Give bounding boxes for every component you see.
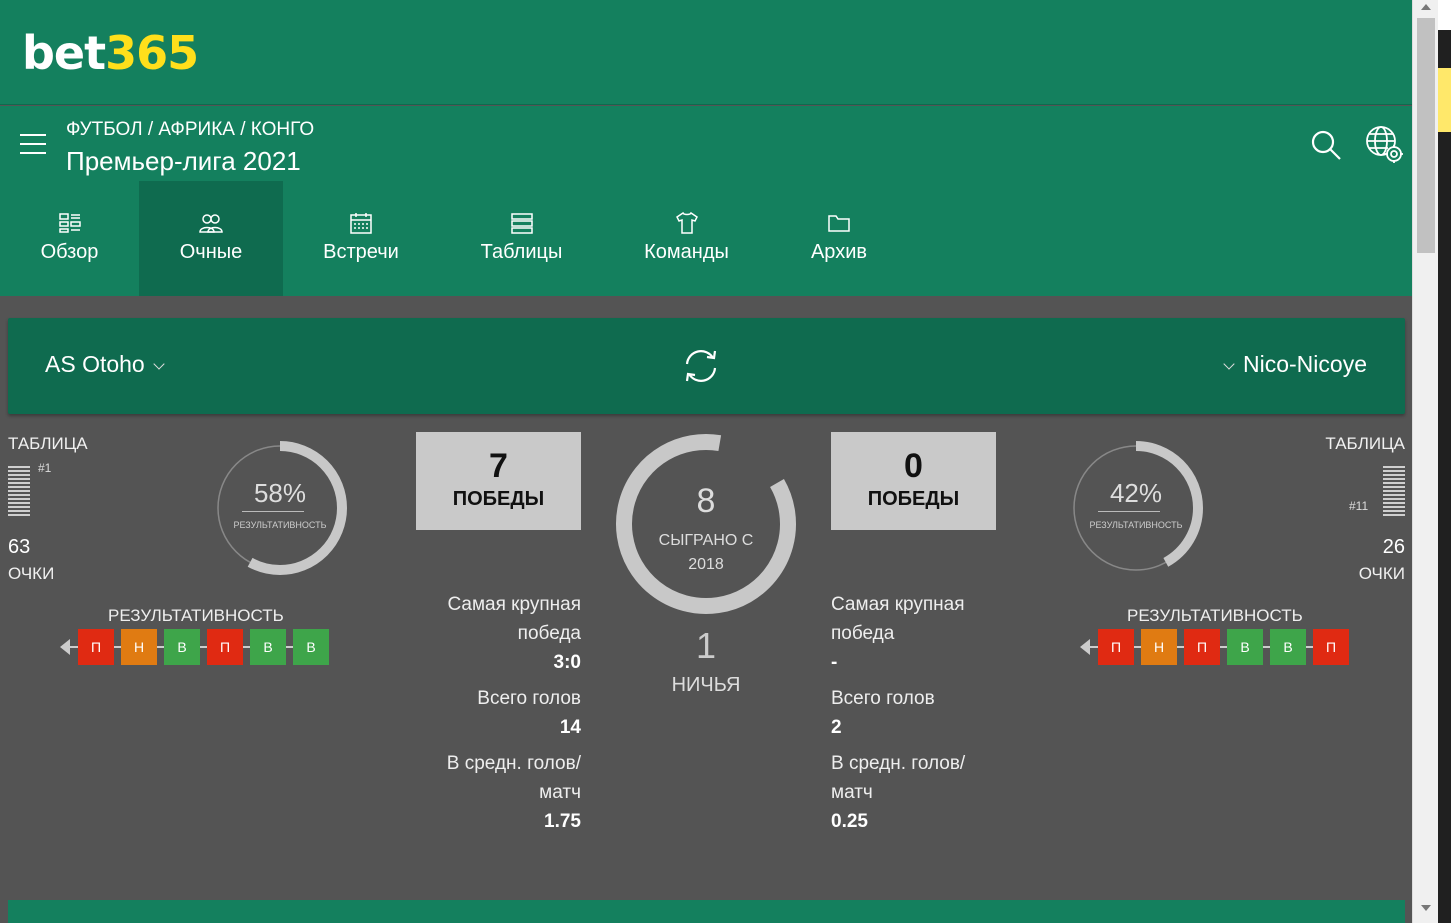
- tab-h2h[interactable]: Очные: [139, 181, 283, 296]
- away-team-dropdown[interactable]: Nico-Nicoye: [1215, 351, 1367, 378]
- away-position: #11: [1349, 499, 1369, 513]
- away-total-goals-label: Всего голов: [831, 688, 935, 709]
- home-avg-goals: 1.75: [544, 811, 581, 832]
- home-wins: 7: [489, 447, 508, 485]
- away-points-label: ОЧКИ: [1358, 564, 1405, 583]
- away-stats: Самая крупная победа - Всего голов 2 В с…: [831, 590, 996, 836]
- form-badge[interactable]: В: [250, 629, 286, 665]
- away-wins-label: ПОБЕДЫ: [867, 488, 960, 510]
- overview-icon: [58, 213, 81, 233]
- form-badge[interactable]: В: [1270, 629, 1306, 665]
- bet365-logo[interactable]: bet365: [22, 26, 199, 80]
- shirt-icon: [675, 211, 698, 234]
- played-since: СЫГРАНО С 2018: [658, 532, 754, 573]
- table-icon: [510, 213, 533, 234]
- form-badge[interactable]: П: [1098, 629, 1134, 665]
- home-wins-label: ПОБЕДЫ: [452, 488, 545, 510]
- tab-bar: Обзор Очные Встречи Таблицы Команды Архи…: [0, 181, 909, 296]
- form-badge[interactable]: Н: [121, 629, 157, 665]
- home-performance-ring: 58% РЕЗУЛЬТАТИВНОСТЬ: [210, 438, 350, 578]
- draws-label: НИЧЬЯ: [671, 674, 741, 696]
- adjacent-window-edge: [1438, 0, 1451, 923]
- away-wins: 0: [904, 447, 923, 485]
- top-bar: bet365: [0, 0, 1412, 105]
- menu-icon[interactable]: [20, 134, 46, 156]
- away-points: 26: [1382, 536, 1405, 558]
- away-avg-goals-label: В средн. голов/ матч: [831, 753, 966, 803]
- home-position: #1: [38, 461, 52, 475]
- calendar-icon: [350, 213, 372, 234]
- away-performance-ring: 42% РЕЗУЛЬТАТИВНОСТЬ: [1066, 438, 1206, 578]
- tab-archive[interactable]: Архив: [769, 181, 909, 296]
- away-avg-goals: 0.25: [831, 811, 868, 832]
- draws-count: 1: [695, 625, 717, 666]
- home-points-label: ОЧКИ: [8, 564, 55, 583]
- globe-settings-icon[interactable]: [1364, 124, 1404, 164]
- played-ring: 8 СЫГРАНО С 2018: [614, 432, 798, 616]
- away-performance-pct: 42%: [1109, 478, 1163, 508]
- chevron-down-icon: [153, 358, 165, 370]
- away-table-label: ТАБЛИЦА: [1325, 434, 1405, 453]
- tab-tables[interactable]: Таблицы: [439, 181, 604, 296]
- next-section-bar: [8, 900, 1405, 923]
- scrollbar-thumb[interactable]: [1417, 18, 1435, 253]
- form-badge[interactable]: П: [1184, 629, 1220, 665]
- form-badge[interactable]: П: [1313, 629, 1349, 665]
- form-badge[interactable]: В: [1227, 629, 1263, 665]
- chevron-down-icon: [1223, 358, 1235, 370]
- scrollbar[interactable]: [1412, 0, 1438, 923]
- home-total-goals-label: Всего голов: [477, 688, 581, 709]
- away-biggest-win: -: [831, 652, 838, 673]
- form-badge[interactable]: П: [78, 629, 114, 665]
- team-selector: AS Otoho Nico-Nicoye: [8, 318, 1405, 414]
- h2h-icon: [199, 214, 223, 233]
- home-performance-pct: 58%: [253, 478, 307, 508]
- home-form-title: РЕЗУЛЬТАТИВНОСТЬ: [108, 606, 284, 625]
- home-avg-goals-label: В средн. голов/ матч: [446, 753, 581, 803]
- home-form-row: ПНВПВВ: [60, 629, 329, 665]
- home-points: 63: [8, 536, 31, 558]
- away-wins-box: 0 ПОБЕДЫ: [831, 432, 996, 530]
- home-biggest-win: 3:0: [553, 652, 581, 673]
- home-performance-sub: РЕЗУЛЬТАТИВНОСТЬ: [233, 520, 327, 530]
- tab-matches[interactable]: Встречи: [283, 181, 439, 296]
- played-count: 8: [696, 482, 716, 520]
- home-team-dropdown[interactable]: AS Otoho: [45, 351, 173, 378]
- home-table-label: ТАБЛИЦА: [8, 434, 88, 453]
- form-badge[interactable]: П: [207, 629, 243, 665]
- folder-icon: [828, 215, 850, 232]
- search-icon[interactable]: [1310, 129, 1342, 161]
- away-performance-sub: РЕЗУЛЬТАТИВНОСТЬ: [1089, 520, 1183, 530]
- swap-teams-icon[interactable]: [681, 346, 721, 386]
- tab-teams[interactable]: Команды: [604, 181, 769, 296]
- scroll-down-icon[interactable]: [1421, 905, 1431, 911]
- away-ladder: [1383, 466, 1405, 518]
- home-stats: Самая крупная победа 3:0 Всего голов 14 …: [416, 590, 581, 836]
- home-total-goals: 14: [559, 717, 581, 738]
- home-ladder: [8, 466, 30, 518]
- form-badge[interactable]: В: [293, 629, 329, 665]
- home-biggest-win-label: Самая крупная победа: [447, 594, 581, 644]
- away-biggest-win-label: Самая крупная победа: [831, 594, 965, 644]
- nav-bar: ФУТБОЛ / АФРИКА / КОНГО Премьер-лига 202…: [0, 106, 1412, 296]
- away-form-title: РЕЗУЛЬТАТИВНОСТЬ: [1127, 606, 1303, 625]
- away-total-goals: 2: [831, 717, 842, 738]
- form-badge[interactable]: В: [164, 629, 200, 665]
- away-form-row: ПНПВВП: [1080, 629, 1349, 665]
- page-title: Премьер-лига 2021: [66, 146, 301, 176]
- scroll-up-icon[interactable]: [1421, 4, 1431, 10]
- breadcrumb[interactable]: ФУТБОЛ / АФРИКА / КОНГО: [66, 119, 314, 141]
- tab-overview[interactable]: Обзор: [0, 181, 139, 296]
- form-badge[interactable]: Н: [1141, 629, 1177, 665]
- home-wins-box: 7 ПОБЕДЫ: [416, 432, 581, 530]
